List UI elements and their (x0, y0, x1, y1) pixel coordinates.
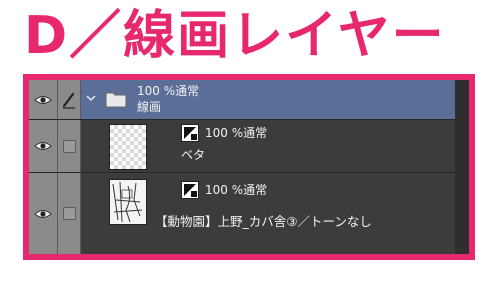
layer-row-zoo-hippo[interactable]: 100 %通常 【動物園】上野_カバ舎③／トーンなし (29, 173, 455, 254)
layer-mask-icon (181, 124, 199, 142)
checkbox[interactable] (62, 207, 76, 220)
pen-icon (62, 92, 75, 109)
layer-opacity-blend: 100 %通常 (137, 84, 200, 98)
layer-opacity-blend: 100 %通常 (205, 126, 268, 140)
layer-name: 線画 (137, 100, 162, 114)
layer-name: 【動物園】上野_カバ舎③／トーンなし (155, 214, 372, 229)
layer-panel: 100 %通常 線画 100 %通常 ベタ 100 %通常 【動物園】上野_カバ… (23, 74, 475, 260)
sketch-thumbnail-art (112, 181, 143, 223)
visibility-toggle[interactable] (29, 80, 58, 119)
layer-mask-icon (181, 181, 199, 199)
folder-icon (105, 92, 127, 108)
eye-icon (34, 142, 52, 150)
scrollbar[interactable] (455, 80, 469, 254)
edit-target-toggle[interactable] (58, 120, 81, 172)
eye-icon (34, 95, 52, 104)
eye-icon (34, 209, 52, 218)
chevron-down-icon[interactable] (85, 93, 97, 103)
layer-row-beta[interactable]: 100 %通常 ベタ (29, 120, 455, 172)
visibility-toggle[interactable] (29, 120, 58, 172)
page-heading: D／線画レイヤー (24, 6, 446, 66)
layer-opacity-blend: 100 %通常 (205, 183, 268, 197)
layer-thumbnail (109, 179, 147, 225)
edit-target-toggle[interactable] (58, 173, 81, 254)
layer-name: ベタ (181, 148, 206, 162)
checkbox[interactable] (62, 139, 76, 153)
visibility-toggle[interactable] (29, 173, 58, 254)
edit-target-toggle[interactable] (58, 80, 81, 119)
layer-thumbnail (109, 124, 147, 170)
layer-row-lineart-folder[interactable]: 100 %通常 線画 (29, 80, 455, 119)
